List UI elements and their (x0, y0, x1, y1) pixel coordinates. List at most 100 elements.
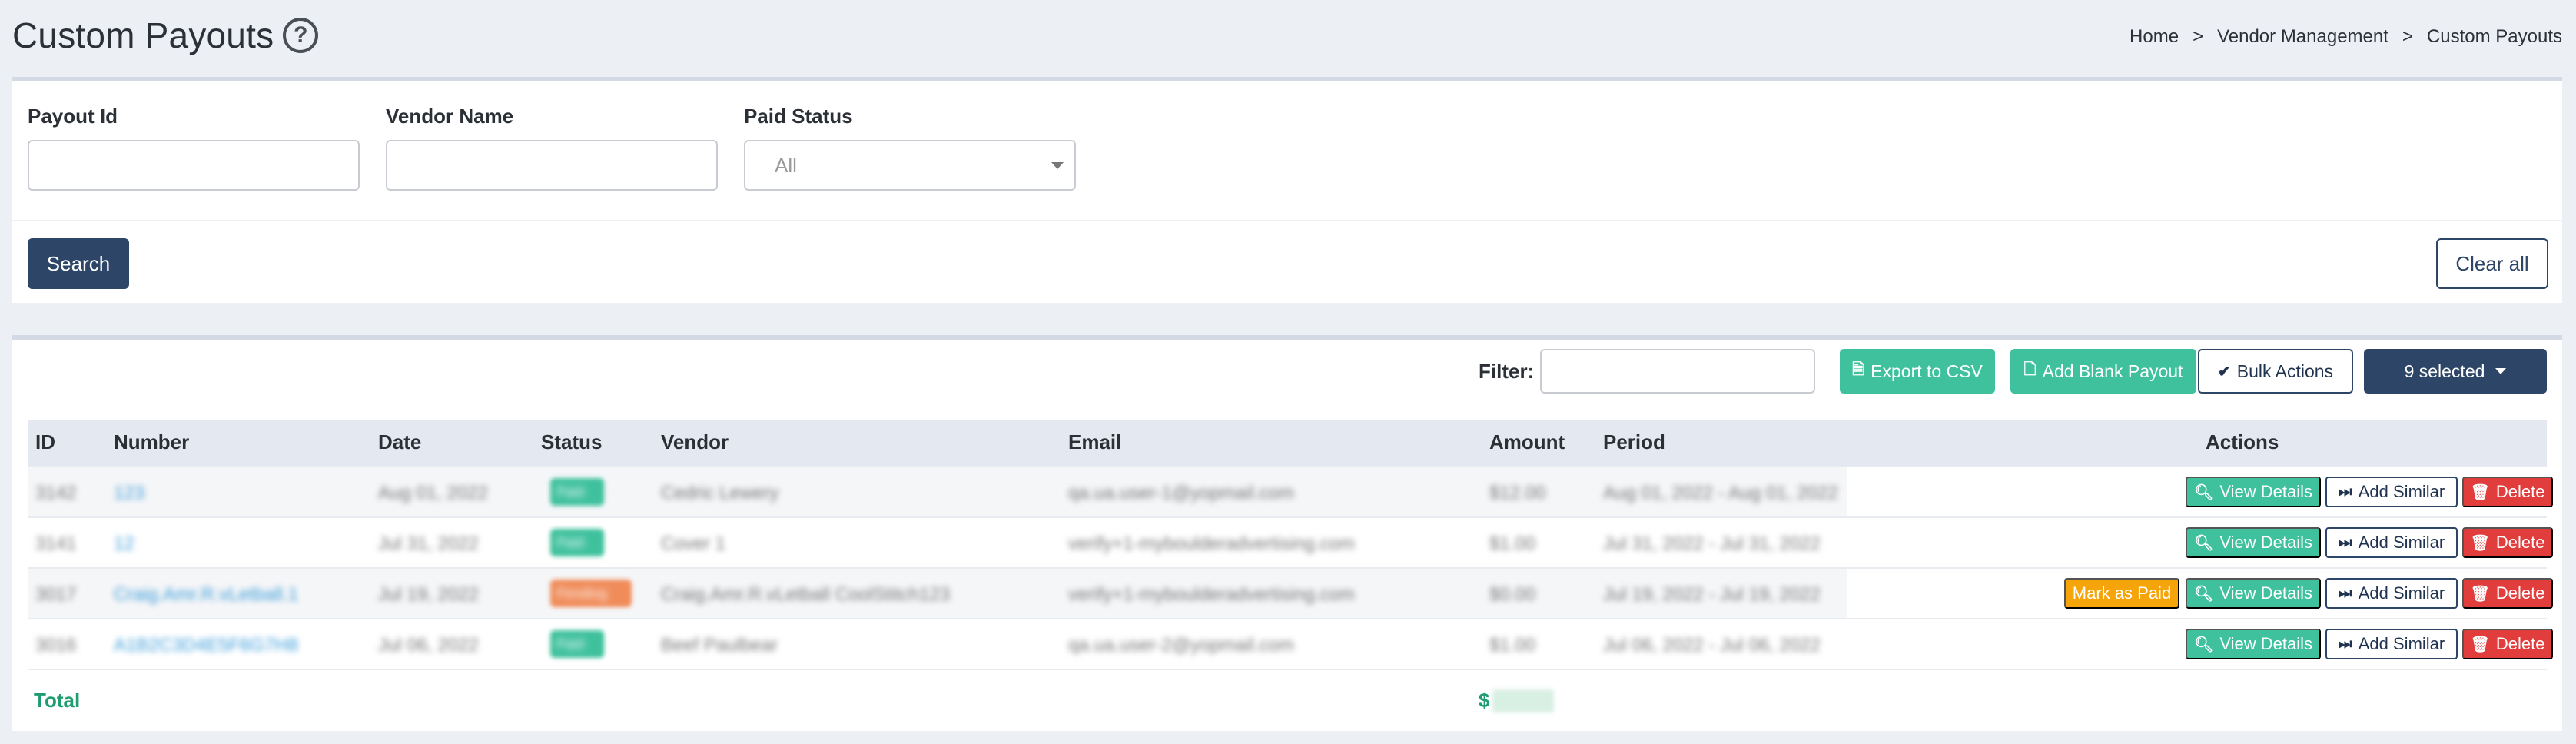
add-similar-button[interactable]: ⏭︎ Add Similar (2325, 578, 2458, 609)
row-data: 3016 A1B2C3D4E5F6G7H8 Jul 06, 2022 Paid … (28, 619, 1847, 669)
cell-id: 3141 (35, 533, 77, 554)
cell-number-link[interactable]: 12 (114, 533, 134, 555)
breadcrumb-separator: > (2402, 26, 2413, 47)
search-icon: 🔍︎ (2193, 534, 2214, 552)
bulk-actions-label: Bulk Actions (2236, 360, 2334, 381)
add-similar-button[interactable]: ⏭︎ Add Similar (2325, 477, 2458, 507)
view-details-button[interactable]: 🔍︎ View Details (2186, 629, 2321, 659)
column-id[interactable]: ID (35, 430, 55, 454)
divider (12, 220, 2562, 221)
cell-period: Aug 01, 2022 - Aug 01, 2022 (1603, 483, 1838, 503)
caret-down-icon (2495, 368, 2507, 374)
cell-vendor: Cedric Lewery (661, 483, 779, 503)
breadcrumb-vendor-management[interactable]: Vendor Management (2217, 26, 2388, 48)
step-forward-icon: ⏭︎ (2338, 584, 2352, 602)
view-details-button[interactable]: 🔍︎ View Details (2186, 578, 2321, 609)
column-period[interactable]: Period (1603, 430, 1665, 454)
search-icon: 🔍︎ (2193, 483, 2214, 501)
column-status[interactable]: Status (541, 430, 602, 454)
add-similar-label: Add Similar (2358, 533, 2445, 552)
trash-icon: 🗑︎ (2470, 585, 2490, 603)
cell-id: 3142 (35, 483, 77, 503)
payout-id-input[interactable] (28, 140, 360, 191)
delete-label: Delete (2495, 583, 2545, 603)
mark-as-paid-button[interactable]: Mark as Paid (2064, 578, 2179, 609)
export-csv-button[interactable]: 🗎 Export to CSV (1840, 349, 1995, 394)
cell-date: Jul 06, 2022 (378, 635, 479, 656)
file-csv-icon: 🗎 (1852, 361, 1865, 378)
column-number[interactable]: Number (114, 430, 189, 454)
view-details-label: View Details (2219, 533, 2313, 552)
status-badge: Pending (550, 580, 632, 607)
column-date[interactable]: Date (378, 430, 421, 454)
total-amount: $ (1479, 689, 1555, 712)
row-data: 3141 12 Jul 31, 2022 Paid Cover 1 verify… (28, 518, 1847, 567)
trash-icon: 🗑︎ (2470, 483, 2490, 501)
delete-button[interactable]: 🗑︎ Delete (2462, 629, 2553, 659)
paid-status-value: All (775, 153, 797, 177)
add-blank-payout-button[interactable]: 🗋 Add Blank Payout (2010, 349, 2196, 394)
help-icon[interactable]: ? (283, 18, 319, 53)
delete-button[interactable]: 🗑︎ Delete (2462, 477, 2553, 507)
add-similar-label: Add Similar (2358, 583, 2445, 603)
add-similar-label: Add Similar (2358, 634, 2445, 653)
add-blank-payout-label: Add Blank Payout (2042, 360, 2183, 381)
view-details-label: View Details (2219, 482, 2313, 501)
view-details-label: View Details (2219, 583, 2313, 603)
search-card: Payout Id Vendor Name Paid Status All Se… (12, 77, 2562, 303)
breadcrumb-home[interactable]: Home (2130, 26, 2179, 48)
cell-number-link[interactable]: Craig.Amr.R.vLetball.1 (114, 584, 298, 606)
bulk-actions-button[interactable]: ✔ Bulk Actions (2198, 349, 2353, 394)
status-badge: Paid (550, 630, 604, 658)
cell-email: verify+1-myboulderadvertising.com (1068, 533, 1355, 554)
step-forward-icon: ⏭︎ (2338, 533, 2352, 551)
step-forward-icon: ⏭︎ (2338, 635, 2352, 653)
search-button[interactable]: Search (28, 238, 129, 289)
view-details-label: View Details (2219, 634, 2313, 653)
total-currency: $ (1479, 689, 1490, 712)
delete-button[interactable]: 🗑︎ Delete (2462, 578, 2553, 609)
cell-number-link[interactable]: A1B2C3D4E5F6G7H8 (114, 635, 298, 656)
delete-label: Delete (2495, 634, 2545, 653)
view-details-button[interactable]: 🔍︎ View Details (2186, 477, 2321, 507)
delete-label: Delete (2495, 482, 2545, 501)
vendor-name-label: Vendor Name (386, 105, 514, 128)
total-divider (28, 669, 2547, 670)
row-data: 3017 Craig.Amr.R.vLetball.1 Jul 19, 2022… (28, 569, 1847, 618)
selected-count-dropdown[interactable]: 9 selected (2364, 349, 2547, 394)
clear-all-button[interactable]: Clear all (2436, 238, 2548, 289)
total-label: Total (34, 689, 81, 712)
breadcrumb-separator: > (2193, 26, 2204, 47)
view-details-button[interactable]: 🔍︎ View Details (2186, 527, 2321, 558)
table-row: 3016 A1B2C3D4E5F6G7H8 Jul 06, 2022 Paid … (28, 618, 2553, 669)
column-email[interactable]: Email (1068, 430, 1121, 454)
column-actions: Actions (2206, 430, 2279, 453)
filter-input[interactable] (1540, 349, 1815, 394)
cell-amount: $1.00 (1489, 533, 1536, 554)
cell-number-link[interactable]: 123 (114, 483, 144, 504)
paid-status-label: Paid Status (744, 105, 853, 128)
table-row: 3017 Craig.Amr.R.vLetball.1 Jul 19, 2022… (28, 567, 2553, 618)
column-vendor[interactable]: Vendor (661, 430, 729, 454)
cell-period: Jul 19, 2022 - Jul 19, 2022 (1603, 584, 1821, 605)
cell-date: Jul 31, 2022 (378, 533, 479, 554)
cell-vendor: Craig.Amr.R.vLetball CoolStitch123 (661, 584, 951, 605)
cell-email: qa.ua.user-1@yopmail.com (1068, 483, 1294, 503)
cell-email: verify+1-myboulderadvertising.com (1068, 584, 1355, 605)
cell-amount: $12.00 (1489, 483, 1546, 503)
step-forward-icon: ⏭︎ (2338, 483, 2352, 500)
add-similar-button[interactable]: ⏭︎ Add Similar (2325, 629, 2458, 659)
delete-button[interactable]: 🗑︎ Delete (2462, 527, 2553, 558)
add-similar-button[interactable]: ⏭︎ Add Similar (2325, 527, 2458, 558)
cell-vendor: Beef Paulbear (661, 635, 778, 656)
file-icon: 🗋 (2023, 361, 2037, 378)
cell-period: Jul 06, 2022 - Jul 06, 2022 (1603, 635, 1821, 656)
cell-date: Aug 01, 2022 (378, 483, 488, 503)
vendor-name-input[interactable] (386, 140, 718, 191)
selected-count-label: 9 selected (2404, 360, 2485, 381)
paid-status-select[interactable]: All (744, 140, 1076, 191)
cell-period: Jul 31, 2022 - Jul 31, 2022 (1603, 533, 1821, 554)
total-value-redacted (1492, 689, 1555, 712)
search-icon: 🔍︎ (2193, 636, 2214, 653)
column-amount[interactable]: Amount (1489, 430, 1565, 454)
